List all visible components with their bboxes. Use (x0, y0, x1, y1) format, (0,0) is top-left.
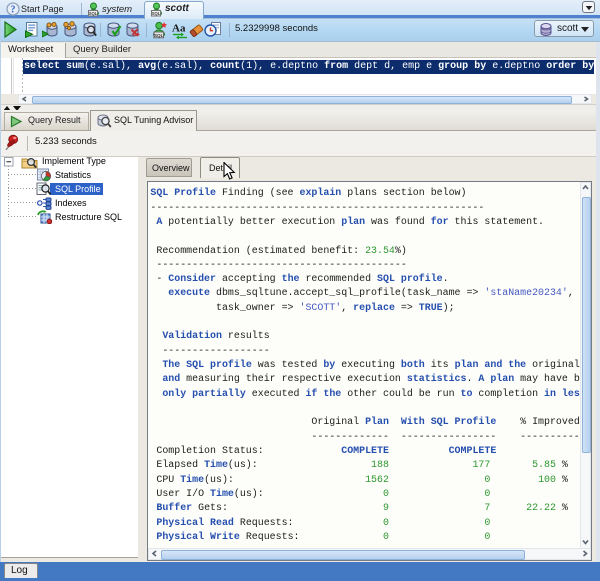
svg-text:SQL: SQL (152, 11, 161, 16)
svg-text:SQL: SQL (89, 11, 98, 16)
svg-text:SQL: SQL (154, 33, 164, 38)
svg-text:?: ? (11, 5, 16, 16)
svg-text:Aa: Aa (172, 23, 186, 35)
